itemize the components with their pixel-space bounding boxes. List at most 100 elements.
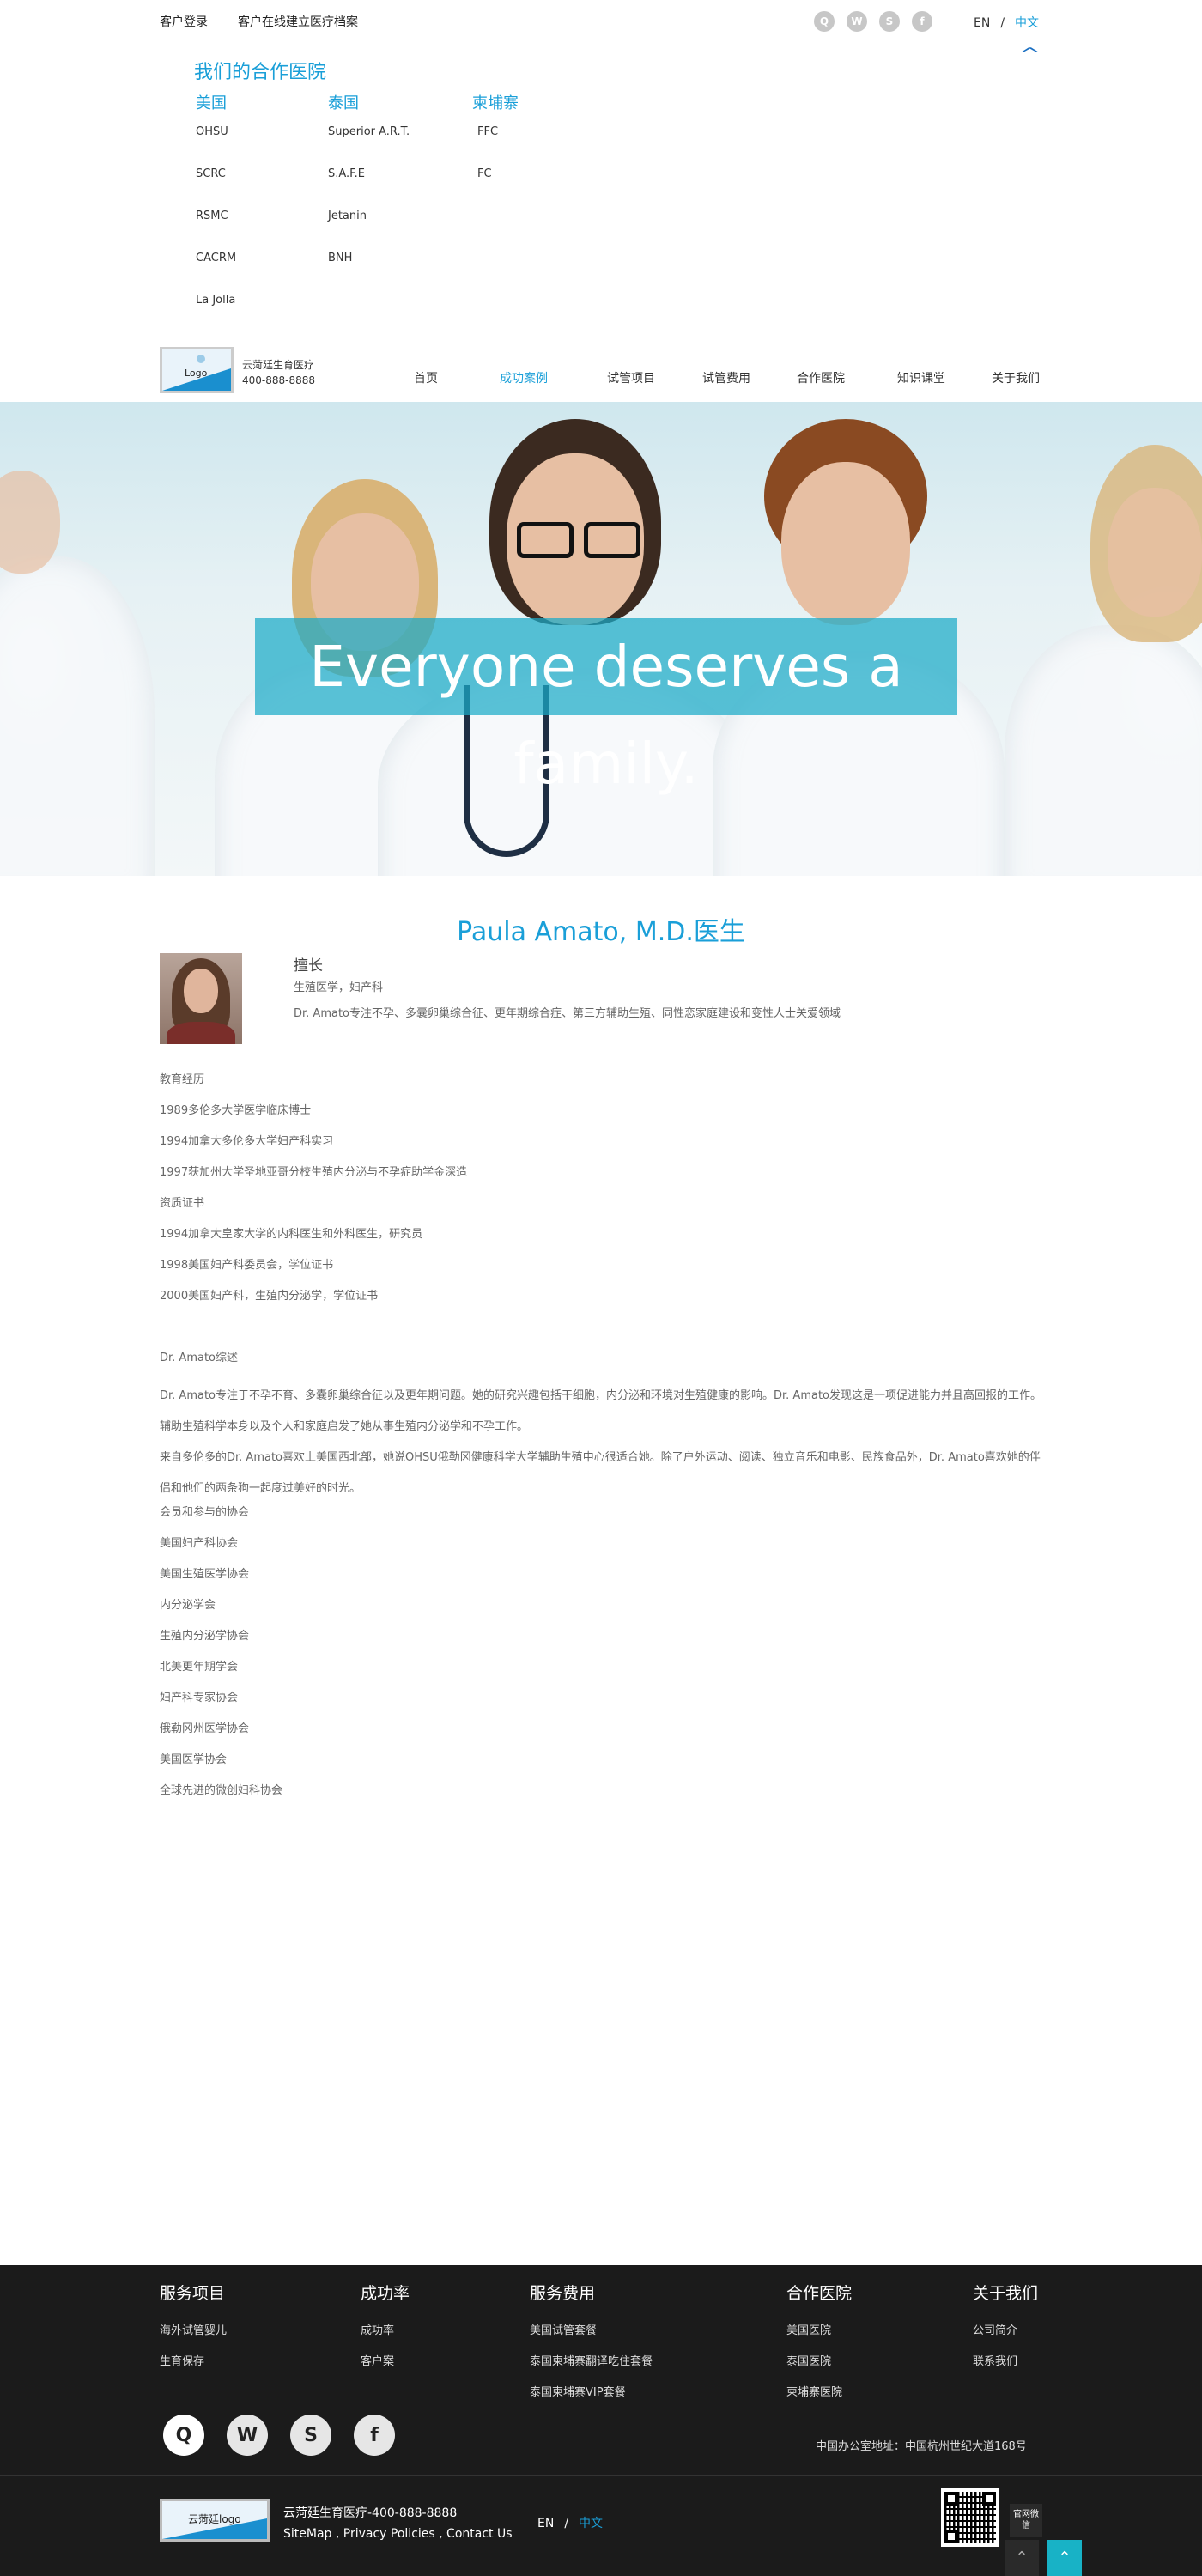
language-switch: EN / 中文 <box>974 14 1039 31</box>
footer-link[interactable]: 生育保存 <box>160 2352 227 2383</box>
nav-home[interactable]: 首页 <box>414 369 438 386</box>
lang-en-link[interactable]: EN <box>974 16 990 30</box>
lang-zh-link[interactable]: 中文 <box>1015 16 1039 30</box>
partner-link[interactable]: FFC <box>472 125 519 167</box>
education-heading: 教育经历 <box>160 1073 205 1086</box>
footer-link[interactable]: 客户案 <box>361 2352 410 2383</box>
footer-success: 成功率 成功率 客户案 <box>361 2281 410 2383</box>
partner-link[interactable]: OHSU <box>196 125 236 167</box>
footer-link[interactable]: 海外试管婴儿 <box>160 2321 227 2352</box>
nav-success-cases[interactable]: 成功案例 <box>500 369 548 386</box>
partner-hospitals-panel: ^ 我们的合作医院 美国 OHSU SCRC RSMC CACRM La Jol… <box>0 39 1202 331</box>
member-item: 美国生殖医学协会 <box>160 1568 250 1581</box>
footer-services: 服务项目 海外试管婴儿 生育保存 <box>160 2281 227 2383</box>
partners-us-column: 美国 OHSU SCRC RSMC CACRM La Jolla <box>196 91 236 336</box>
site-logo[interactable]: Logo <box>160 347 234 393</box>
qr-code <box>941 2488 999 2547</box>
footer-link[interactable]: 泰国柬埔寨VIP套餐 <box>530 2383 653 2414</box>
hero-banner: Everyone deserves a family. <box>0 402 1202 876</box>
facebook-icon[interactable]: f <box>354 2415 395 2456</box>
summary-paragraph: 来自多伦多的Dr. Amato喜欢上美国西北部，她说OHSU俄勒冈健康科学大学辅… <box>160 1451 1041 1495</box>
site-header: Logo 云菏廷生育医疗 400-888-8888 首页 成功案例 试管项目 试… <box>0 331 1202 402</box>
footer-link[interactable]: 柬埔寨医院 <box>786 2383 852 2414</box>
footer-brand: 云菏廷生育医疗-400-888-8888 SiteMap , Privacy P… <box>283 2503 513 2544</box>
footer-divider <box>0 2475 1202 2476</box>
nav-knowledge[interactable]: 知识课堂 <box>897 369 945 386</box>
qq-icon[interactable]: Q <box>814 11 835 32</box>
partner-link[interactable]: Jetanin <box>328 210 410 252</box>
footer-link[interactable]: 成功率 <box>361 2321 410 2352</box>
member-item: 全球先进的微创妇科协会 <box>160 1784 283 1797</box>
member-item: 内分泌学会 <box>160 1599 216 1612</box>
partners-th-title: 泰国 <box>328 94 359 112</box>
partner-link[interactable]: BNH <box>328 252 410 294</box>
medical-record-link[interactable]: 客户在线建立医疗档案 <box>238 13 358 30</box>
footer-brand-line: 云菏廷生育医疗-400-888-8888 <box>283 2506 458 2520</box>
office-address: 中国办公室地址：中国杭州世纪大道168号 <box>816 2440 1027 2453</box>
footer-link[interactable]: 公司简介 <box>973 2321 1038 2352</box>
footer-social-icons: Q W S f <box>163 2415 395 2456</box>
lang-zh-link[interactable]: 中文 <box>579 2517 603 2530</box>
footer-logo-text: 云菏廷logo <box>188 2513 241 2525</box>
partner-link[interactable]: La Jolla <box>196 294 236 336</box>
banner-slogan: Everyone deserves a family. <box>255 618 957 797</box>
footer-about-title: 关于我们 <box>973 2284 1039 2303</box>
chevron-up-icon[interactable]: ⌃ <box>1005 2540 1039 2576</box>
footer-links[interactable]: SiteMap , Privacy Policies , Contact Us <box>283 2524 513 2544</box>
partner-link[interactable]: SCRC <box>196 167 236 210</box>
weibo-icon[interactable]: S <box>879 11 900 32</box>
partner-link[interactable]: S.A.F.E <box>328 167 410 210</box>
back-to-top-button[interactable]: ⌃ <box>1047 2540 1082 2576</box>
top-bar: 客户登录 客户在线建立医疗档案 Q W S f EN / 中文 <box>0 0 1202 39</box>
doctor-details: 教育经历 1989多伦多大学医学临床博士 1994加拿大多伦多大学妇产科实习 1… <box>160 1072 1044 1814</box>
wechat-icon[interactable]: W <box>227 2415 268 2456</box>
footer-logo[interactable]: 云菏廷logo <box>160 2499 270 2542</box>
partners-kh-column: 柬埔寨 FFC FC <box>472 91 519 210</box>
customer-login-link[interactable]: 客户登录 <box>160 13 208 30</box>
partner-link[interactable]: CACRM <box>196 252 236 294</box>
summary-heading: Dr. Amato综述 <box>160 1352 239 1364</box>
weibo-icon[interactable]: S <box>290 2415 331 2456</box>
footer-hospitals-title: 合作医院 <box>786 2284 853 2303</box>
specialty-description: Dr. Amato专注不孕、多囊卵巢综合征、更年期综合症、第三方辅助生殖、同性恋… <box>294 1007 841 1020</box>
wechat-icon[interactable]: W <box>847 11 867 32</box>
education-item: 1989多伦多大学医学临床博士 <box>160 1104 312 1117</box>
footer-link[interactable]: 泰国医院 <box>786 2352 852 2383</box>
specialty-heading: 擅长 <box>294 957 323 975</box>
footer-fees-title: 服务费用 <box>530 2284 596 2303</box>
brand-phone: 400-888-8888 <box>242 374 316 386</box>
nav-ivf-fees[interactable]: 试管费用 <box>702 369 750 386</box>
education-item: 1997获加州大学圣地亚哥分校生殖内分泌与不孕症助学金深造 <box>160 1166 468 1179</box>
facebook-icon[interactable]: f <box>912 11 932 32</box>
partners-us-title: 美国 <box>196 94 227 112</box>
logo-text: Logo <box>185 368 208 379</box>
partner-link[interactable]: RSMC <box>196 210 236 252</box>
lang-separator: / <box>1000 16 1005 30</box>
partners-kh-title: 柬埔寨 <box>472 94 519 112</box>
education-item: 1994加拿大多伦多大学妇产科实习 <box>160 1135 334 1148</box>
chevron-up-icon[interactable]: ^ <box>1019 45 1040 63</box>
brand-info: 云菏廷生育医疗 400-888-8888 <box>242 357 315 388</box>
footer-link[interactable]: 联系我们 <box>973 2352 1038 2383</box>
official-wechat-tag[interactable]: 官网微信 <box>1010 2504 1042 2537</box>
nav-ivf-programs[interactable]: 试管项目 <box>607 369 655 386</box>
member-item: 俄勒冈州医学协会 <box>160 1722 250 1735</box>
lang-en-link[interactable]: EN <box>537 2517 554 2530</box>
partners-title: 我们的合作医院 <box>194 62 327 83</box>
doctor-name: Paula Amato, M.D.医生 <box>457 917 745 947</box>
partner-link[interactable]: FC <box>472 167 519 210</box>
footer-link[interactable]: 泰国柬埔寨翻译吃住套餐 <box>530 2352 653 2383</box>
partner-link[interactable]: Superior A.R.T. <box>328 125 410 167</box>
footer-link[interactable]: 美国试管套餐 <box>530 2321 653 2352</box>
footer-hospitals: 合作医院 美国医院 泰国医院 柬埔寨医院 <box>786 2281 852 2414</box>
footer-services-title: 服务项目 <box>160 2284 226 2303</box>
footer-link[interactable]: 美国医院 <box>786 2321 852 2352</box>
member-item: 妇产科专家协会 <box>160 1692 239 1704</box>
nav-partner-hospitals[interactable]: 合作医院 <box>797 369 845 386</box>
cert-heading: 资质证书 <box>160 1197 205 1210</box>
nav-about-us[interactable]: 关于我们 <box>992 369 1040 386</box>
top-social-icons: Q W S f <box>814 11 932 32</box>
qq-icon[interactable]: Q <box>163 2415 204 2456</box>
footer-fees: 服务费用 美国试管套餐 泰国柬埔寨翻译吃住套餐 泰国柬埔寨VIP套餐 <box>530 2281 653 2414</box>
cert-item: 2000美国妇产科，生殖内分泌学，学位证书 <box>160 1290 379 1303</box>
